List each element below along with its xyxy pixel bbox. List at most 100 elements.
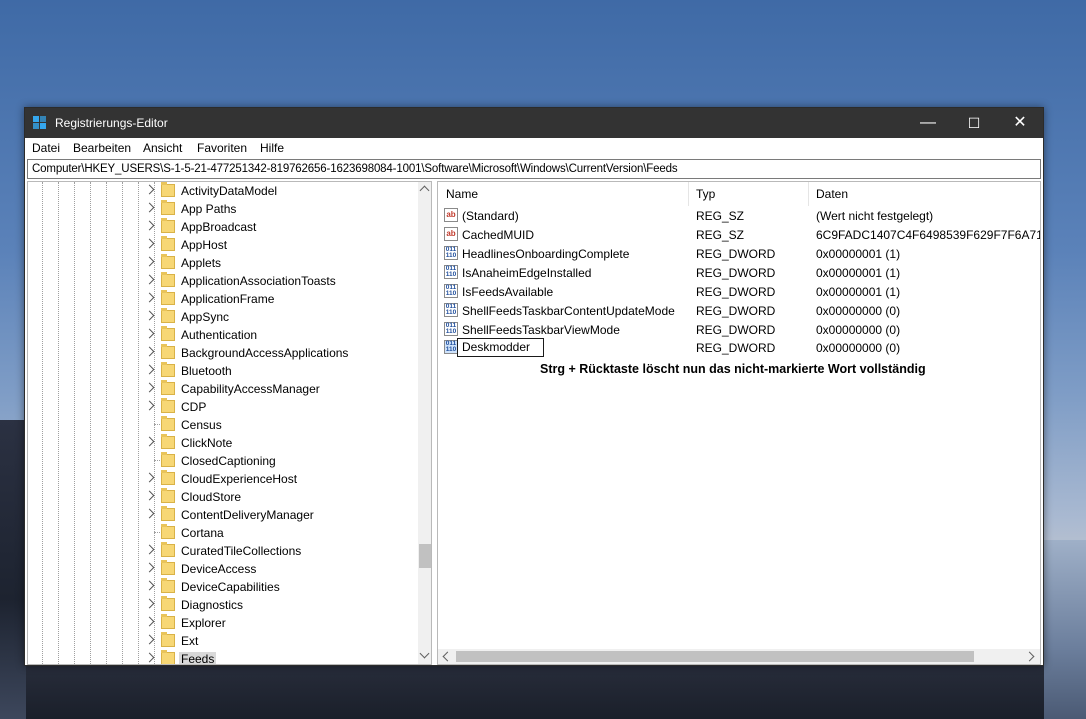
tree-item[interactable]: DeviceAccess — [28, 560, 431, 578]
tree-item[interactable]: Authentication — [28, 326, 431, 344]
tree-item[interactable]: Ext — [28, 632, 431, 650]
tree-vertical-scrollbar[interactable] — [418, 182, 431, 664]
folder-icon — [161, 470, 175, 485]
tree-item[interactable]: Applets — [28, 254, 431, 272]
chevron-right-icon[interactable] — [144, 544, 155, 555]
list-scroll-thumb[interactable] — [456, 651, 974, 662]
list-row[interactable]: 011 110 ShellFeedsTaskbarViewMode REG_DWORD… — [438, 320, 1040, 339]
tree-item[interactable]: CapabilityAccessManager — [28, 380, 431, 398]
chevron-right-icon[interactable] — [144, 328, 155, 339]
scroll-left-arrow-icon[interactable] — [442, 651, 453, 662]
chevron-right-icon[interactable] — [144, 652, 155, 663]
chevron-right-icon[interactable] — [144, 436, 155, 447]
chevron-right-icon[interactable] — [144, 274, 155, 285]
tree-item[interactable]: App Paths — [28, 200, 431, 218]
tree-item[interactable]: ClosedCaptioning — [28, 452, 431, 470]
value-data: 6C9FADC1407C4F6498539F629F7F6A71 — [816, 228, 1041, 242]
value-type: REG_SZ — [696, 228, 745, 242]
column-header-data[interactable]: Daten — [808, 182, 1038, 206]
tree-item[interactable]: DeviceCapabilities — [28, 578, 431, 596]
chevron-right-icon[interactable] — [144, 310, 155, 321]
tree-item[interactable]: ContentDeliveryManager — [28, 506, 431, 524]
folder-icon — [161, 416, 175, 431]
folder-icon — [161, 182, 175, 197]
tree-item-label: Diagnostics — [181, 598, 244, 612]
tree-item[interactable]: ApplicationFrame — [28, 290, 431, 308]
chevron-right-icon[interactable] — [144, 400, 155, 411]
menu-bearbeiten[interactable]: Bearbeiten — [73, 141, 131, 155]
chevron-right-icon[interactable] — [144, 184, 155, 195]
tree-item[interactable]: Diagnostics — [28, 596, 431, 614]
address-bar[interactable]: Computer\HKEY_USERS\S-1-5-21-477251342-8… — [27, 159, 1041, 179]
chevron-right-icon[interactable] — [144, 202, 155, 213]
chevron-right-icon[interactable] — [144, 256, 155, 267]
value-data: 0x00000001 (1) — [816, 285, 901, 299]
list-horizontal-scrollbar[interactable] — [438, 649, 1040, 664]
list-row[interactable]: ab (Standard) REG_SZ (Wert nicht festgelegt… — [438, 206, 1040, 225]
tree-item[interactable]: ApplicationAssociationToasts — [28, 272, 431, 290]
list-row-editing[interactable]: 011 110 Deskmodder REG_DWORD 0x00000000 (… — [438, 338, 1040, 357]
address-path: Computer\HKEY_USERS\S-1-5-21-477251342-8… — [32, 163, 678, 175]
chevron-right-icon[interactable] — [144, 616, 155, 627]
menu-datei[interactable]: Datei — [32, 141, 60, 155]
tree-item[interactable]: Bluetooth — [28, 362, 431, 380]
chevron-right-icon[interactable] — [144, 346, 155, 357]
chevron-right-icon[interactable] — [144, 382, 155, 393]
chevron-right-icon[interactable] — [144, 508, 155, 519]
tree-item[interactable]: Explorer — [28, 614, 431, 632]
tree-item[interactable]: Cortana — [28, 524, 431, 542]
registry-editor-window: Registrierungs-Editor — ☐ ✕ Datei Bearbe… — [24, 107, 1044, 666]
title-bar[interactable]: Registrierungs-Editor — ☐ ✕ — [25, 108, 1043, 138]
menu-hilfe[interactable]: Hilfe — [260, 141, 284, 155]
chevron-right-icon[interactable] — [144, 292, 155, 303]
registry-values-list[interactable]: Name Typ Daten 011 110 Deskmodder REG_DWO… — [437, 181, 1041, 665]
chevron-right-icon[interactable] — [144, 472, 155, 483]
tree-scroll-thumb[interactable] — [419, 544, 431, 568]
value-type: REG_SZ — [696, 209, 745, 223]
close-button[interactable]: ✕ — [997, 108, 1043, 138]
tree-item[interactable]: AppSync — [28, 308, 431, 326]
tree-item[interactable]: AppBroadcast — [28, 218, 431, 236]
tree-item[interactable]: AppHost — [28, 236, 431, 254]
folder-icon — [161, 272, 175, 287]
list-row[interactable]: 011 110 HeadlinesOnboardingComplete REG_DWO… — [438, 244, 1040, 263]
list-row[interactable]: ab CachedMUID REG_SZ 6C9FADC1407C4F6498539F… — [438, 225, 1040, 244]
scroll-up-arrow-icon[interactable] — [419, 185, 430, 196]
folder-icon — [161, 650, 175, 664]
list-row[interactable]: 011 110 IsFeedsAvailable REG_DWORD 0x0000000… — [438, 282, 1040, 301]
tree-item[interactable]: ActivityDataModel — [28, 182, 431, 200]
chevron-right-icon[interactable] — [144, 634, 155, 645]
menu-ansicht[interactable]: Ansicht — [143, 141, 182, 155]
chevron-right-icon[interactable] — [144, 562, 155, 573]
column-header-name[interactable]: Name — [438, 182, 688, 206]
tree-item[interactable]: BackgroundAccessApplications — [28, 344, 431, 362]
chevron-right-icon[interactable] — [144, 364, 155, 375]
chevron-right-icon[interactable] — [144, 580, 155, 591]
tree-item[interactable]: CloudStore — [28, 488, 431, 506]
tree-item[interactable]: CuratedTileCollections — [28, 542, 431, 560]
tree-item[interactable]: CloudExperienceHost — [28, 470, 431, 488]
chevron-right-icon[interactable] — [144, 490, 155, 501]
value-data: 0x00000001 (1) — [816, 266, 901, 280]
minimize-button[interactable]: — — [905, 108, 951, 138]
reg-sz-icon: ab — [444, 227, 458, 241]
scroll-right-arrow-icon[interactable] — [1024, 651, 1035, 662]
tree-item[interactable]: ClickNote — [28, 434, 431, 452]
column-header-type[interactable]: Typ — [688, 182, 808, 206]
registry-key-tree[interactable]: ActivityDataModel App Paths AppBroadcast Ap… — [27, 181, 432, 665]
chevron-right-icon[interactable] — [144, 238, 155, 249]
folder-icon — [161, 506, 175, 521]
chevron-right-icon[interactable] — [144, 220, 155, 231]
value-data: (Wert nicht festgelegt) — [816, 209, 934, 223]
tree-item-label: ClickNote — [181, 436, 233, 450]
tree-item[interactable]: Census — [28, 416, 431, 434]
scroll-down-arrow-icon[interactable] — [419, 648, 430, 659]
value-name-edit-input[interactable]: Deskmodder — [457, 338, 544, 357]
list-row[interactable]: 011 110 IsAnaheimEdgeInstalled REG_DWORD 0x0… — [438, 263, 1040, 282]
chevron-right-icon[interactable] — [144, 598, 155, 609]
tree-item[interactable]: Feeds — [28, 650, 431, 664]
maximize-button[interactable]: ☐ — [951, 108, 997, 138]
list-row[interactable]: 011 110 ShellFeedsTaskbarContentUpdateMode… — [438, 301, 1040, 320]
menu-favoriten[interactable]: Favoriten — [197, 141, 247, 155]
tree-item[interactable]: CDP — [28, 398, 431, 416]
